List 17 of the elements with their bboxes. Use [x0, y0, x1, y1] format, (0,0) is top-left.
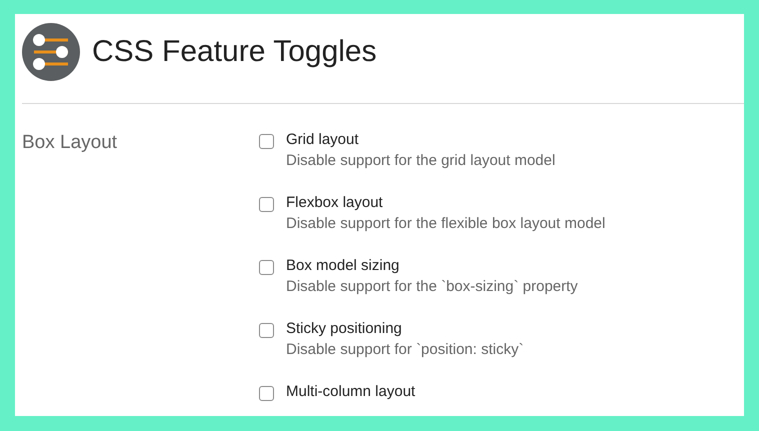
option-label: Box model sizing: [286, 256, 400, 276]
page-title: CSS Feature Toggles: [92, 35, 377, 69]
option-label: Flexbox layout: [286, 193, 384, 213]
option-description: Disable support for the `box-sizing` property: [286, 277, 578, 297]
option-description: Disable support for the grid layout model: [286, 151, 556, 171]
section-label: Box Layout: [22, 132, 118, 155]
option-label: Sticky positioning: [286, 319, 403, 339]
option-label: Grid layout: [286, 130, 360, 150]
checkbox[interactable]: [259, 197, 274, 212]
sliders-icon: [22, 23, 80, 81]
option-label: Multi-column layout: [286, 382, 416, 402]
checkbox[interactable]: [259, 260, 274, 275]
checkbox[interactable]: [259, 386, 274, 401]
checkbox[interactable]: [259, 134, 274, 149]
checkbox[interactable]: [259, 323, 274, 338]
option-description: Disable support for the flexible box layout model: [286, 214, 606, 234]
option-description: Disable support for `position: sticky`: [286, 340, 524, 360]
